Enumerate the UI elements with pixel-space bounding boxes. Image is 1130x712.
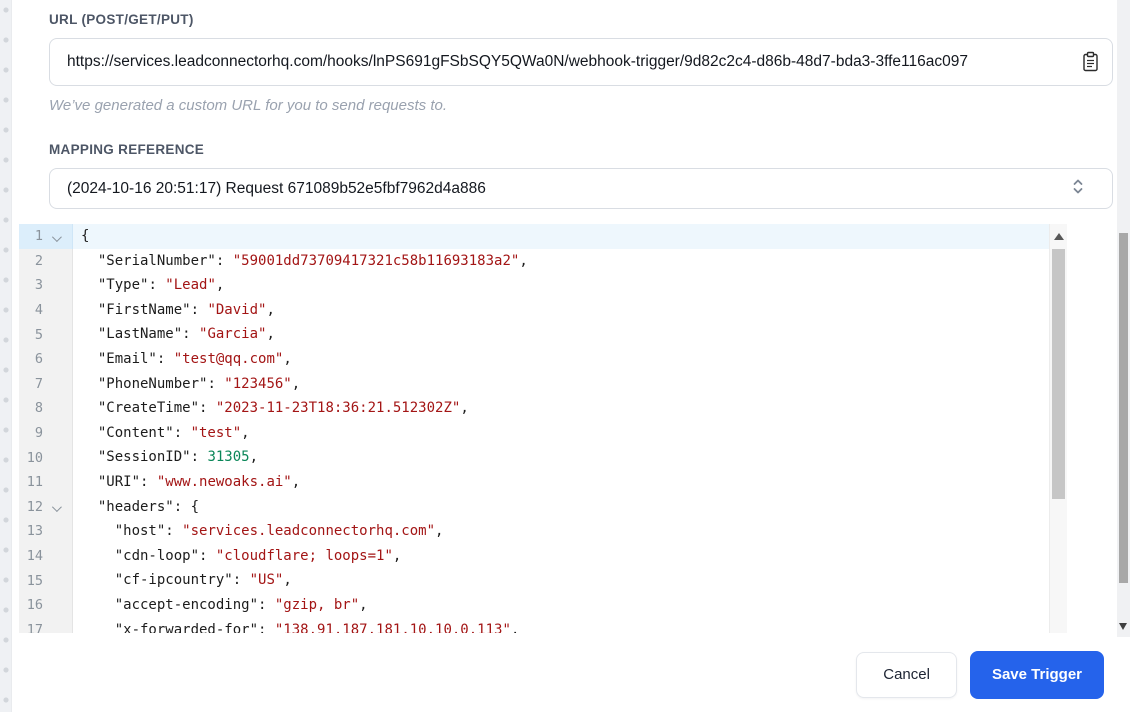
gutter-cell: 11 — [19, 469, 73, 495]
line-number: 14 — [26, 548, 43, 565]
gutter-cell: 7 — [19, 371, 73, 397]
code-line[interactable]: 7 "PhoneNumber": "123456", — [19, 371, 1049, 397]
code-line[interactable]: 13 "host": "services.leadconnectorhq.com… — [19, 519, 1049, 544]
code-text: "accept-encoding": "gzip, br", — [114, 596, 368, 613]
clipboard-icon — [1082, 51, 1099, 75]
scroll-down-arrow-icon[interactable] — [1119, 623, 1127, 630]
editor-scrollbar[interactable] — [1049, 224, 1067, 633]
gutter-cell: 16 — [19, 592, 73, 618]
url-field-wrapper — [49, 38, 1113, 86]
code-line[interactable]: 15 "cf-ipcountry": "US", — [19, 568, 1049, 593]
code-text: "LastName": "Garcia", — [97, 326, 275, 343]
gutter-cell: 15 — [19, 568, 73, 593]
line-number: 15 — [26, 572, 43, 589]
webhook-url-input[interactable] — [50, 39, 1112, 85]
line-number: 17 — [26, 621, 43, 633]
code-line[interactable]: 9 "Content": "test", — [19, 420, 1049, 446]
line-number: 2 — [34, 252, 43, 269]
code-text: "cf-ipcountry": "US", — [114, 572, 292, 589]
line-number: 7 — [34, 375, 43, 392]
code-line[interactable]: 4 "FirstName": "David", — [19, 297, 1049, 323]
code-line[interactable]: 17 "x-forwarded-for": "138.91.187.181,10… — [19, 617, 1049, 634]
gutter-cell: 14 — [19, 543, 73, 569]
code-line[interactable]: 6 "Email": "test@qq.com", — [19, 346, 1049, 372]
code-line[interactable]: 3 "Type": "Lead", — [19, 273, 1049, 298]
scroll-up-arrow-icon[interactable] — [1054, 233, 1064, 240]
dotted-divider — [0, 0, 12, 712]
code-text: "host": "services.leadconnectorhq.com", — [114, 523, 444, 540]
cancel-button[interactable]: Cancel — [856, 651, 957, 698]
code-text: { — [73, 224, 1049, 249]
webhook-trigger-panel: URL (POST/GET/PUT) We’ve generated a cus… — [0, 0, 1130, 712]
gutter-cell: 3 — [19, 273, 73, 298]
line-number: 8 — [34, 400, 43, 417]
code-text: "Email": "test@qq.com", — [97, 350, 292, 367]
url-helper-text: We’ve generated a custom URL for you to … — [49, 97, 447, 114]
line-number: 9 — [34, 425, 43, 442]
panel-body: URL (POST/GET/PUT) We’ve generated a cus… — [12, 0, 1117, 712]
line-number: 11 — [26, 474, 43, 491]
code-line[interactable]: 2 "SerialNumber": "59001dd73709417321c58… — [19, 248, 1049, 274]
gutter-cell: 1 — [19, 224, 73, 249]
code-text: "URI": "www.newoaks.ai", — [97, 473, 301, 490]
code-text: "headers": { — [97, 498, 200, 515]
mapping-reference-select[interactable]: (2024-10-16 20:51:17) Request 671089b52e… — [49, 168, 1113, 209]
code-line[interactable]: 12 "headers": { — [19, 494, 1049, 520]
url-label: URL (POST/GET/PUT) — [49, 12, 194, 27]
line-number: 6 — [34, 351, 43, 368]
line-number: 10 — [26, 449, 43, 466]
code-text: "Type": "Lead", — [97, 277, 225, 294]
line-number: 4 — [34, 302, 43, 319]
editor-scrollbar-thumb[interactable] — [1052, 249, 1065, 499]
code-line[interactable]: 14 "cdn-loop": "cloudflare; loops=1", — [19, 543, 1049, 569]
gutter-cell: 9 — [19, 420, 73, 446]
line-number: 3 — [34, 277, 43, 294]
selected-request-option: (2024-10-16 20:51:17) Request 671089b52e… — [67, 179, 486, 197]
code-line[interactable]: 1{ — [19, 224, 1049, 249]
code-line[interactable]: 10 "SessionID": 31305, — [19, 445, 1049, 470]
code-line[interactable]: 5 "LastName": "Garcia", — [19, 322, 1049, 347]
panel-scrollbar-thumb[interactable] — [1119, 233, 1128, 583]
code-text: "CreateTime": "2023-11-23T18:36:21.51230… — [97, 400, 469, 417]
gutter-cell: 6 — [19, 346, 73, 372]
code-text: "PhoneNumber": "123456", — [97, 375, 301, 392]
code-line[interactable]: 16 "accept-encoding": "gzip, br", — [19, 592, 1049, 618]
code-text: "cdn-loop": "cloudflare; loops=1", — [114, 547, 402, 564]
mapping-reference-label: MAPPING REFERENCE — [49, 142, 205, 157]
line-number: 5 — [34, 326, 43, 343]
line-number: 1 — [34, 228, 43, 245]
gutter-cell: 10 — [19, 445, 73, 470]
code-text: "x-forwarded-for": "138.91.187.181,10.10… — [114, 621, 520, 634]
line-number: 13 — [26, 523, 43, 540]
gutter-cell: 5 — [19, 322, 73, 347]
gutter-cell: 8 — [19, 396, 73, 421]
code-text: "SerialNumber": "59001dd73709417321c58b1… — [97, 252, 528, 269]
line-number: 12 — [26, 498, 43, 515]
panel-scrollbar[interactable] — [1117, 0, 1130, 637]
gutter-cell: 4 — [19, 297, 73, 323]
up-down-chevron-icon — [1072, 177, 1084, 200]
line-number: 16 — [26, 597, 43, 614]
code-lines: 1{2 "SerialNumber": "59001dd73709417321c… — [19, 224, 1049, 633]
code-text: "SessionID": 31305, — [97, 449, 259, 466]
code-line[interactable]: 8 "CreateTime": "2023-11-23T18:36:21.512… — [19, 396, 1049, 421]
fold-caret-icon[interactable] — [51, 502, 62, 513]
gutter-cell: 12 — [19, 494, 73, 520]
code-line[interactable]: 11 "URI": "www.newoaks.ai", — [19, 469, 1049, 495]
code-text: "FirstName": "David", — [97, 301, 275, 318]
gutter-cell: 2 — [19, 248, 73, 274]
gutter-cell: 13 — [19, 519, 73, 544]
footer-actions: Cancel Save Trigger — [12, 637, 1117, 712]
save-trigger-button[interactable]: Save Trigger — [969, 650, 1104, 699]
fold-caret-icon[interactable] — [51, 231, 62, 242]
gutter-cell: 17 — [19, 617, 73, 633]
code-text: "Content": "test", — [97, 424, 250, 441]
copy-url-button[interactable] — [1080, 51, 1100, 73]
json-code-editor[interactable]: 1{2 "SerialNumber": "59001dd73709417321c… — [19, 224, 1067, 633]
